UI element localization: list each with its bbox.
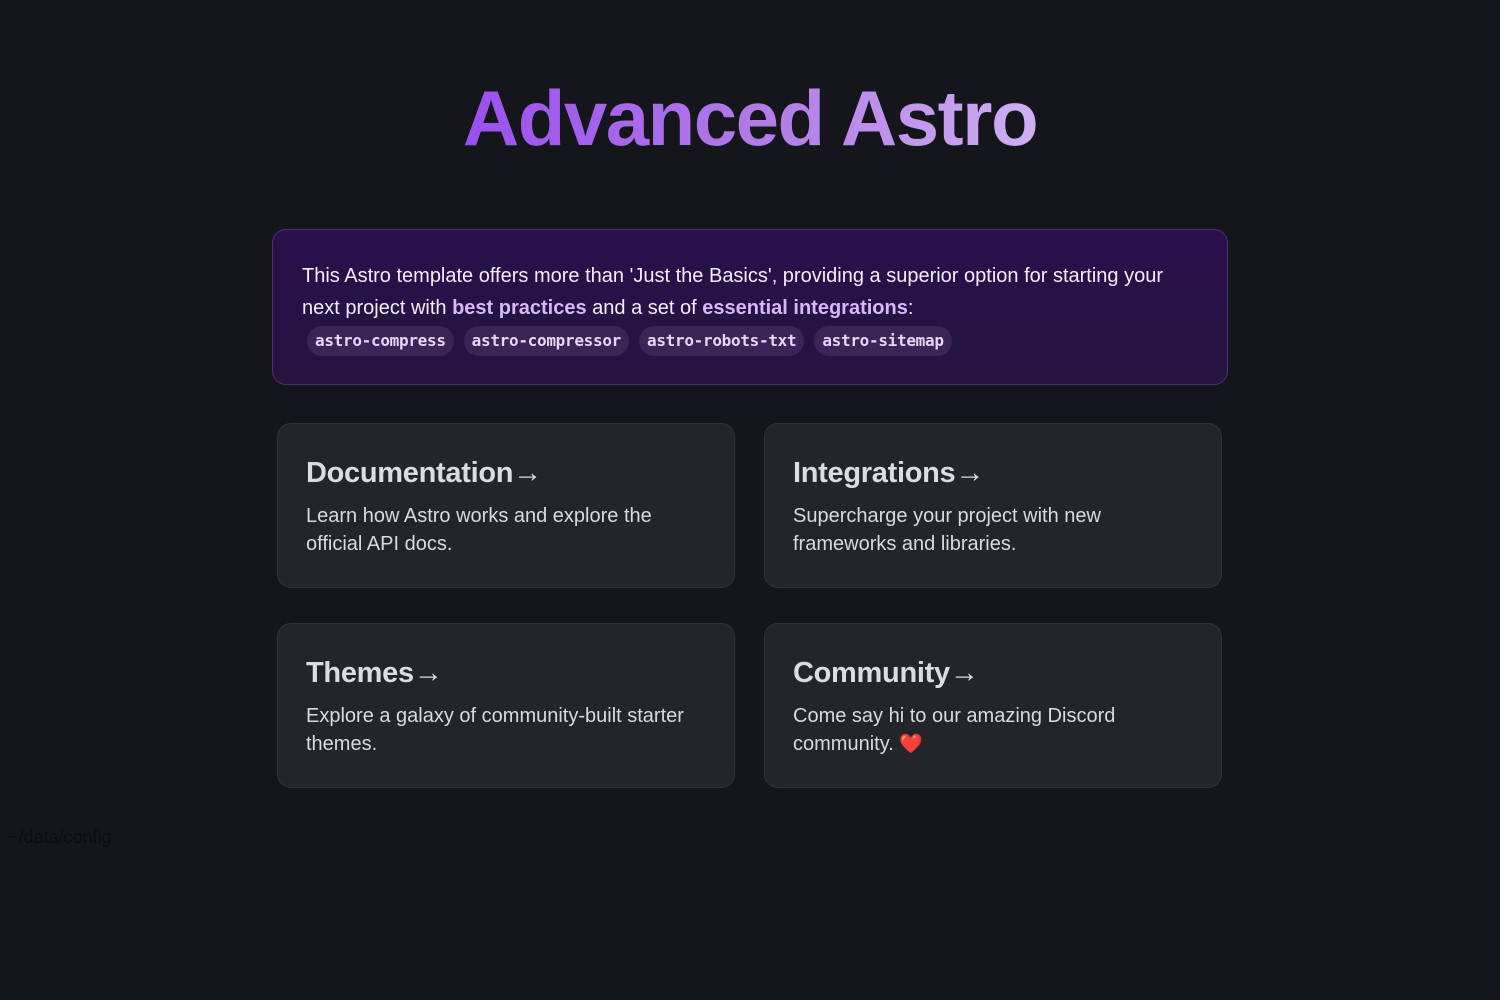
card-themes[interactable]: Themes→ Explore a galaxy of community-bu…	[277, 623, 735, 788]
page-title-text: Advanced Astro	[462, 74, 1039, 162]
instructions-box: This Astro template offers more than 'Ju…	[272, 229, 1228, 385]
card-integrations[interactable]: Integrations→ Supercharge your project w…	[764, 423, 1222, 588]
card-description-text: Come say hi to our amazing Discord commu…	[793, 705, 1116, 755]
arrow-right-icon: →	[513, 457, 542, 489]
card-description: Come say hi to our amazing Discord commu…	[793, 702, 1193, 759]
heart-icon: ❤️	[899, 734, 923, 755]
arrow-right-icon: →	[955, 457, 985, 489]
card-documentation[interactable]: Documentation→ Learn how Astro works and…	[277, 423, 735, 588]
config-path-text: ~/data/config	[8, 827, 112, 847]
card-description: Supercharge your project with new framew…	[793, 505, 1101, 555]
card-title-text: Themes	[306, 657, 414, 689]
arrow-right-icon: →	[413, 657, 443, 689]
integration-chip: astro-compress	[307, 326, 454, 356]
page-title: Advanced Astro	[0, 72, 1500, 164]
instructions-text-mid: and a set of	[586, 297, 703, 319]
instructions-text: This Astro template offers more than 'Ju…	[302, 260, 1198, 324]
card-community[interactable]: Community→ Come say hi to our amazing Di…	[764, 623, 1222, 788]
integration-chip: astro-robots-txt	[639, 326, 805, 356]
integration-chip: astro-compressor	[463, 326, 629, 356]
instructions-text-end: :	[907, 297, 914, 319]
card-description: Learn how Astro works and explore the of…	[306, 505, 652, 555]
card-title: Integrations→	[793, 456, 1193, 490]
arrow-right-icon: →	[949, 657, 979, 689]
card-title-text: Documentation	[306, 457, 514, 489]
card-title: Documentation→	[306, 456, 706, 490]
integration-chip: astro-sitemap	[814, 326, 952, 356]
integration-chip-list: astro-compress astro-compressor astro-ro…	[307, 326, 952, 356]
card-title-text: Community	[793, 657, 950, 689]
instructions-highlight-essential-integrations: essential integrations	[702, 297, 908, 319]
card-title-text: Integrations	[793, 457, 956, 489]
page: Advanced Astro This Astro template offer…	[0, 0, 1500, 1000]
card-description: Explore a galaxy of community-built star…	[306, 705, 684, 755]
card-title: Themes→	[306, 656, 706, 690]
instructions-highlight-best-practices: best practices	[452, 297, 587, 319]
card-title: Community→	[793, 656, 1193, 690]
